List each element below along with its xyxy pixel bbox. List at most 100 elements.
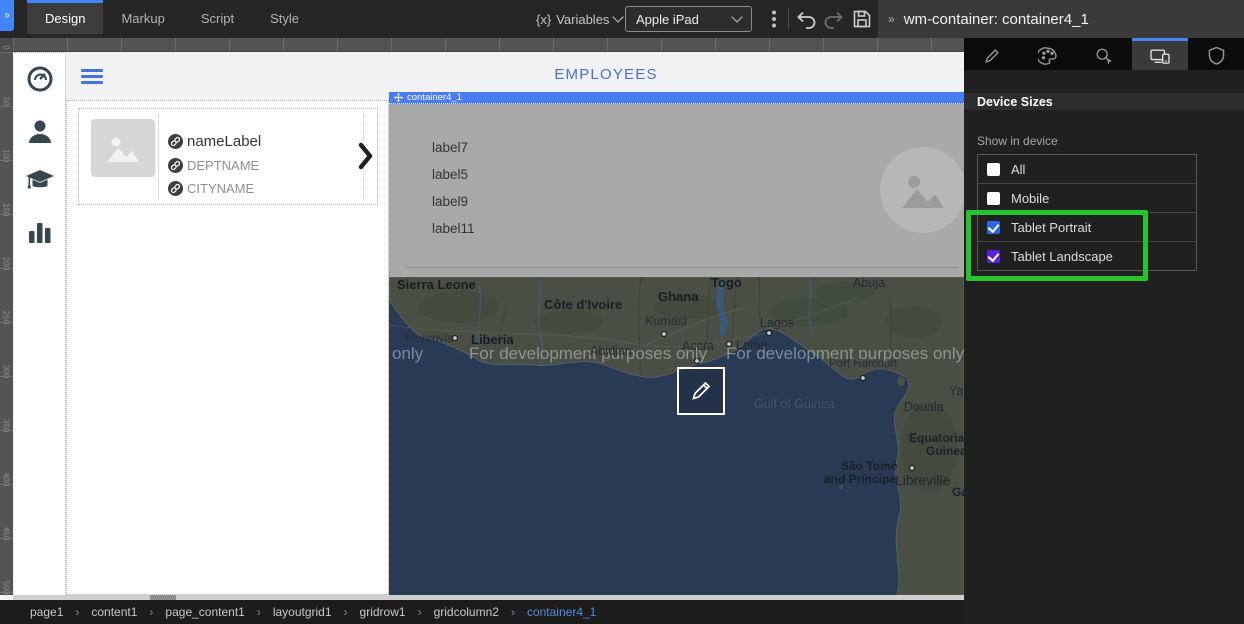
bind-link-icon bbox=[168, 134, 183, 149]
shield-icon[interactable] bbox=[1188, 38, 1244, 70]
chevron-down-icon bbox=[613, 11, 624, 22]
map-city-marker bbox=[767, 331, 772, 336]
unchecked-checkbox[interactable] bbox=[987, 163, 1000, 176]
studio-tab-design[interactable]: Design bbox=[27, 0, 103, 34]
container-label[interactable]: label5 bbox=[432, 167, 468, 182]
separator-line bbox=[405, 267, 958, 268]
device-row-all[interactable]: All bbox=[978, 155, 1196, 183]
breadcrumb-item-page1[interactable]: page1 bbox=[30, 605, 63, 619]
hamburger-menu-icon[interactable] bbox=[81, 69, 103, 84]
map-label: Port Harcourt bbox=[829, 358, 898, 370]
education-cap-icon[interactable] bbox=[25, 167, 55, 193]
checked-checkbox[interactable] bbox=[987, 221, 1000, 234]
map-label: Abidjan bbox=[590, 344, 632, 358]
device-row-mobile[interactable]: Mobile bbox=[978, 183, 1196, 212]
top-toolbar: » DesignMarkupScriptStyle {x} Variables … bbox=[0, 0, 1244, 38]
name-label-row[interactable]: nameLabel bbox=[168, 133, 261, 150]
devices-icon[interactable] bbox=[1132, 38, 1188, 70]
map-label: Accra bbox=[682, 339, 714, 353]
inspector-title: wm-container: container4_1 bbox=[904, 11, 1089, 28]
map-label: Gulf of Guinea bbox=[754, 397, 835, 411]
variables-button[interactable]: {x} Variables bbox=[536, 0, 622, 38]
map-label: Côte d'Ivoire bbox=[544, 297, 622, 312]
ruler-number: 250 bbox=[2, 311, 11, 325]
list-item-text-column: nameLabel DEPTNAME bbox=[158, 114, 364, 199]
dashboard-gauge-icon[interactable] bbox=[26, 65, 54, 93]
redo-icon[interactable] bbox=[822, 7, 846, 31]
breadcrumb-separator-icon: › bbox=[511, 605, 515, 619]
collapse-inspector-icon[interactable]: » bbox=[888, 12, 895, 26]
inspect-icon[interactable] bbox=[1076, 38, 1132, 70]
undo-icon[interactable] bbox=[794, 7, 818, 31]
palette-icon[interactable] bbox=[1020, 38, 1076, 70]
map-label: São Tomé bbox=[841, 459, 898, 473]
map-label: Equatoria bbox=[909, 431, 964, 445]
container-label[interactable]: label9 bbox=[432, 194, 468, 209]
breadcrumb-separator-icon: › bbox=[344, 605, 348, 619]
map-edit-button[interactable] bbox=[677, 367, 725, 415]
ruler-number: 200 bbox=[2, 257, 11, 271]
device-label: Tablet Landscape bbox=[1011, 249, 1113, 264]
selected-widget-tag-label: container4_1 bbox=[407, 92, 462, 103]
map-label: Ghana bbox=[658, 289, 699, 304]
studio-tab-script[interactable]: Script bbox=[183, 0, 252, 34]
map-label: Liberia bbox=[471, 332, 514, 347]
picture-placeholder-icon[interactable] bbox=[880, 147, 964, 233]
breadcrumb-item-content1[interactable]: content1 bbox=[91, 605, 137, 619]
list-item[interactable]: nameLabel DEPTNAME bbox=[78, 108, 378, 205]
ruler-number: 50 bbox=[2, 95, 11, 109]
toolbar-divider bbox=[788, 8, 789, 29]
breadcrumb-item-page_content1[interactable]: page_content1 bbox=[165, 605, 244, 619]
user-icon[interactable] bbox=[26, 117, 54, 145]
map-bioko-island bbox=[897, 376, 905, 386]
ruler-number: 350 bbox=[2, 419, 11, 433]
collapse-left-panel-icon[interactable]: » bbox=[0, 0, 14, 31]
ruler-number: 150 bbox=[2, 203, 11, 217]
studio-tab-style[interactable]: Style bbox=[252, 0, 317, 34]
device-preview-select[interactable]: Apple iPad bbox=[625, 6, 752, 32]
variables-x-icon: {x} bbox=[536, 12, 551, 27]
map-label: Monrovia bbox=[406, 333, 454, 345]
inspector-tabs bbox=[964, 38, 1244, 70]
employee-list-widget[interactable]: nameLabel DEPTNAME bbox=[66, 100, 389, 595]
breadcrumb-item-layoutgrid1[interactable]: layoutgrid1 bbox=[273, 605, 332, 619]
selected-widget-tag[interactable]: container4_1 bbox=[389, 92, 964, 104]
device-label: Mobile bbox=[1011, 191, 1049, 206]
studio-tab-markup[interactable]: Markup bbox=[103, 0, 182, 34]
variables-label: Variables bbox=[556, 12, 609, 27]
breadcrumb-separator-icon: › bbox=[418, 605, 422, 619]
unchecked-checkbox[interactable] bbox=[987, 192, 1000, 205]
breadcrumb-item-container4_1[interactable]: container4_1 bbox=[527, 605, 596, 619]
ruler-number: 0 bbox=[2, 41, 11, 55]
city-label-row[interactable]: CITYNAME bbox=[168, 181, 254, 196]
container-body[interactable]: label7 label5 label9 label11 bbox=[389, 104, 964, 277]
dept-label-row[interactable]: DEPTNAME bbox=[168, 158, 259, 173]
container-label[interactable]: label7 bbox=[432, 140, 468, 155]
map-city-marker bbox=[910, 466, 915, 471]
breadcrumb-item-gridrow1[interactable]: gridrow1 bbox=[360, 605, 406, 619]
chevron-right-icon[interactable] bbox=[358, 142, 373, 170]
name-label: nameLabel bbox=[187, 133, 261, 150]
device-select-value: Apple iPad bbox=[636, 12, 699, 27]
map-city-marker bbox=[662, 332, 667, 337]
pencil-icon[interactable] bbox=[964, 38, 1020, 70]
map-label: Sierra Leone bbox=[397, 277, 476, 292]
device-checkbox-list: All Mobile Tablet Portrait Tablet Landscape bbox=[977, 154, 1197, 271]
container4_1-widget[interactable]: container4_1 label7 label5 label9 label11 bbox=[389, 92, 964, 595]
save-icon[interactable] bbox=[850, 7, 874, 31]
more-options-kebab-icon[interactable] bbox=[762, 7, 786, 31]
image-placeholder-icon[interactable] bbox=[91, 119, 155, 177]
device-row-tablet-portrait[interactable]: Tablet Portrait bbox=[978, 212, 1196, 241]
bar-chart-icon[interactable] bbox=[27, 219, 53, 245]
page-title: EMPLOYEES bbox=[516, 66, 696, 83]
widget-breadcrumb: page1 › content1 › page_content1 › layoutgrid1… bbox=[0, 600, 964, 624]
breadcrumb-item-gridcolumn2[interactable]: gridcolumn2 bbox=[434, 605, 499, 619]
breadcrumb-separator-icon: › bbox=[75, 605, 79, 619]
pencil-icon bbox=[689, 379, 713, 403]
vertical-ruler: 050100150200250300350400450500 bbox=[0, 52, 13, 595]
device-row-tablet-landscape[interactable]: Tablet Landscape bbox=[978, 241, 1196, 270]
google-map-widget[interactable]: onlyFor development purposes onlyFor dev… bbox=[389, 277, 964, 595]
container-label[interactable]: label11 bbox=[432, 221, 475, 236]
checked-checkbox[interactable] bbox=[987, 250, 1000, 263]
map-label: Lome bbox=[736, 338, 767, 352]
